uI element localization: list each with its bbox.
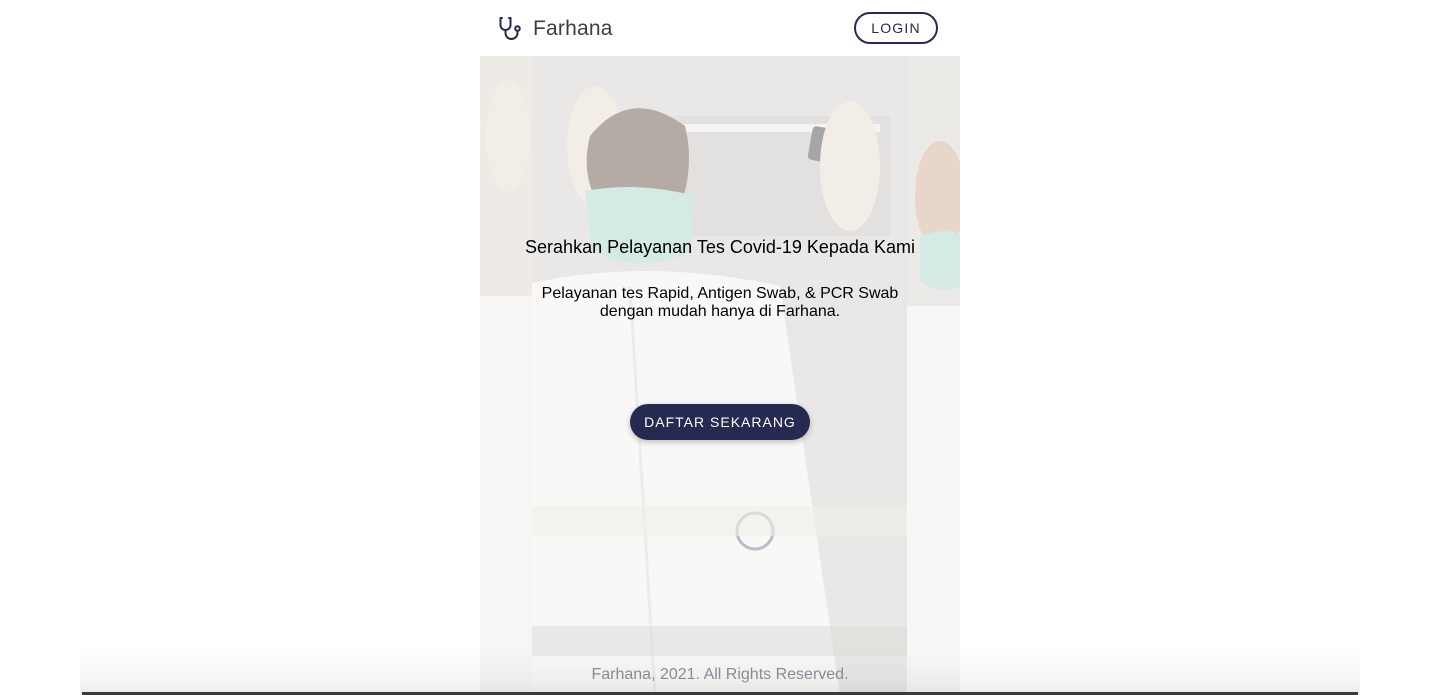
hero-subtitle-line-2: dengan mudah hanya di Farhana.: [599, 303, 841, 320]
brand-name: Farhana: [533, 17, 613, 40]
register-now-button[interactable]: DAFTAR SEKARANG: [630, 404, 810, 440]
footer-copyright: Farhana, 2021. All Rights Reserved.: [591, 666, 849, 683]
stethoscope-icon: [497, 15, 525, 43]
hero-subtitle-line-1: Pelayanan tes Rapid, Antigen Swab, & PCR…: [541, 285, 899, 302]
navbar: Farhana LOGIN: [480, 0, 960, 56]
hero-section: Serahkan Pelayanan Tes Covid-19 Kepada K…: [480, 56, 960, 695]
brand[interactable]: Farhana: [497, 14, 613, 44]
login-button[interactable]: LOGIN: [854, 12, 938, 44]
app-container: Farhana LOGIN Serahkan Pelayanan Tes Cov…: [480, 0, 960, 695]
hero-title: Serahkan Pelayanan Tes Covid-19 Kepada K…: [525, 237, 915, 257]
hero-overlay: [480, 56, 960, 695]
hero-subtitle: Pelayanan tes Rapid, Antigen Swab, & PCR…: [520, 285, 920, 321]
